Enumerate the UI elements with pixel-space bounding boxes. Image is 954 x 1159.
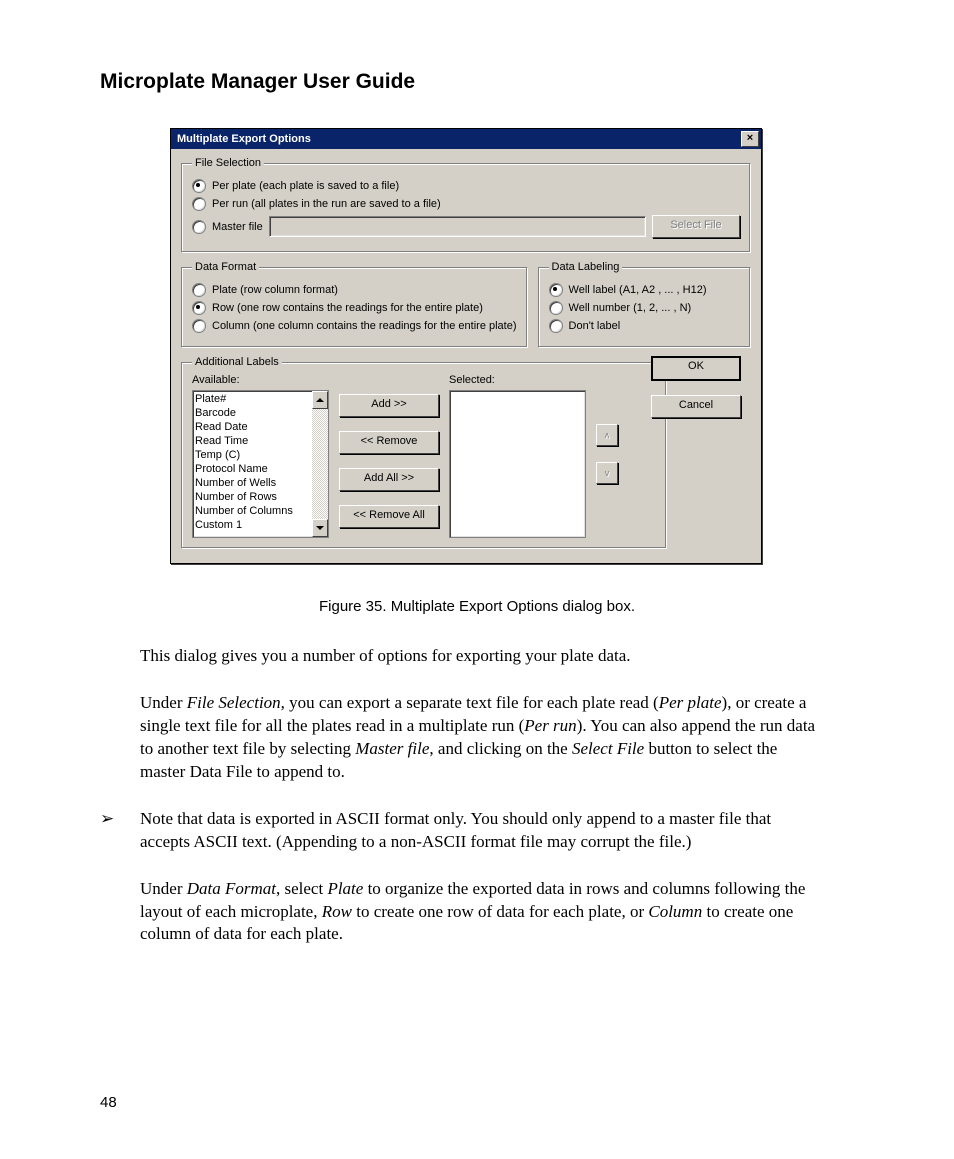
legend-data-labeling: Data Labeling xyxy=(549,261,623,273)
list-item[interactable]: Number of Rows xyxy=(195,490,310,504)
select-file-button[interactable]: Select File xyxy=(652,215,740,238)
list-item[interactable]: Temp (C) xyxy=(195,448,310,462)
group-data-labeling: Data Labeling Well label (A1, A2 , ... ,… xyxy=(538,261,751,348)
paragraph-file-selection: Under File Selection, you can export a s… xyxy=(140,692,820,784)
list-item[interactable]: Barcode xyxy=(195,406,310,420)
scroll-down-icon[interactable] xyxy=(312,519,328,537)
radio-per-plate[interactable] xyxy=(192,179,206,193)
available-list-items: Plate# Barcode Read Date Read Time Temp … xyxy=(193,391,312,537)
available-header: Available: xyxy=(192,374,329,386)
list-item[interactable]: Read Date xyxy=(195,420,310,434)
scrollbar[interactable] xyxy=(312,391,328,537)
list-item[interactable]: Plate# xyxy=(195,392,310,406)
close-icon[interactable]: × xyxy=(741,131,759,147)
label-format-column: Column (one column contains the readings… xyxy=(212,320,517,332)
label-well-label: Well label (A1, A2 , ... , H12) xyxy=(569,284,707,296)
label-per-run: Per run (all plates in the run are saved… xyxy=(212,198,441,210)
radio-well-number[interactable] xyxy=(549,301,563,315)
dialog-title: Multiplate Export Options xyxy=(177,133,741,145)
cancel-button[interactable]: Cancel xyxy=(651,395,741,418)
label-dont-label: Don't label xyxy=(569,320,621,332)
paragraph-data-format: Under Data Format, select Plate to organ… xyxy=(140,878,820,947)
move-up-button[interactable]: ʌ xyxy=(596,424,618,446)
radio-format-column[interactable] xyxy=(192,319,206,333)
master-file-input[interactable] xyxy=(269,216,646,237)
remove-all-button[interactable]: << Remove All xyxy=(339,505,439,528)
paragraph-intro: This dialog gives you a number of option… xyxy=(140,645,820,668)
label-well-number: Well number (1, 2, ... , N) xyxy=(569,302,692,314)
scroll-track[interactable] xyxy=(312,409,328,519)
titlebar: Multiplate Export Options × xyxy=(171,129,761,149)
label-format-row: Row (one row contains the readings for t… xyxy=(212,302,483,314)
radio-per-run[interactable] xyxy=(192,197,206,211)
figure-caption: Figure 35. Multiplate Export Options dia… xyxy=(100,598,854,615)
list-item[interactable]: Read Time xyxy=(195,434,310,448)
note-item: ➢ Note that data is exported in ASCII fo… xyxy=(100,808,854,854)
legend-data-format: Data Format xyxy=(192,261,259,273)
document-title: Microplate Manager User Guide xyxy=(100,70,854,94)
list-item[interactable]: Protocol Name xyxy=(195,462,310,476)
scroll-up-icon[interactable] xyxy=(312,391,328,409)
bullet-arrow-icon: ➢ xyxy=(100,808,140,854)
radio-well-label[interactable] xyxy=(549,283,563,297)
ok-button[interactable]: OK xyxy=(651,356,741,381)
group-data-format: Data Format Plate (row column format) Ro… xyxy=(181,261,528,348)
remove-button[interactable]: << Remove xyxy=(339,431,439,454)
radio-dont-label[interactable] xyxy=(549,319,563,333)
radio-format-row[interactable] xyxy=(192,301,206,315)
add-all-button[interactable]: Add All >> xyxy=(339,468,439,491)
list-item[interactable]: Number of Wells xyxy=(195,476,310,490)
selected-listbox[interactable] xyxy=(449,390,586,538)
selected-header: Selected: xyxy=(449,374,586,386)
dialog-multiplate-export-options: Multiplate Export Options × File Selecti… xyxy=(170,128,762,564)
radio-master-file[interactable] xyxy=(192,220,206,234)
move-down-button[interactable]: v xyxy=(596,462,618,484)
radio-format-plate[interactable] xyxy=(192,283,206,297)
label-format-plate: Plate (row column format) xyxy=(212,284,338,296)
label-per-plate: Per plate (each plate is saved to a file… xyxy=(212,180,399,192)
available-listbox[interactable]: Plate# Barcode Read Date Read Time Temp … xyxy=(192,390,329,538)
label-master-file: Master file xyxy=(212,221,263,233)
list-item[interactable]: Custom 1 xyxy=(195,518,310,532)
legend-file-selection: File Selection xyxy=(192,157,264,169)
list-item[interactable]: Number of Columns xyxy=(195,504,310,518)
page-number: 48 xyxy=(100,1094,117,1111)
note-text: Note that data is exported in ASCII form… xyxy=(140,808,820,854)
group-additional-labels: Additional Labels Available: Plate# Barc… xyxy=(181,356,667,549)
add-button[interactable]: Add >> xyxy=(339,394,439,417)
legend-additional-labels: Additional Labels xyxy=(192,356,282,368)
group-file-selection: File Selection Per plate (each plate is … xyxy=(181,157,751,253)
